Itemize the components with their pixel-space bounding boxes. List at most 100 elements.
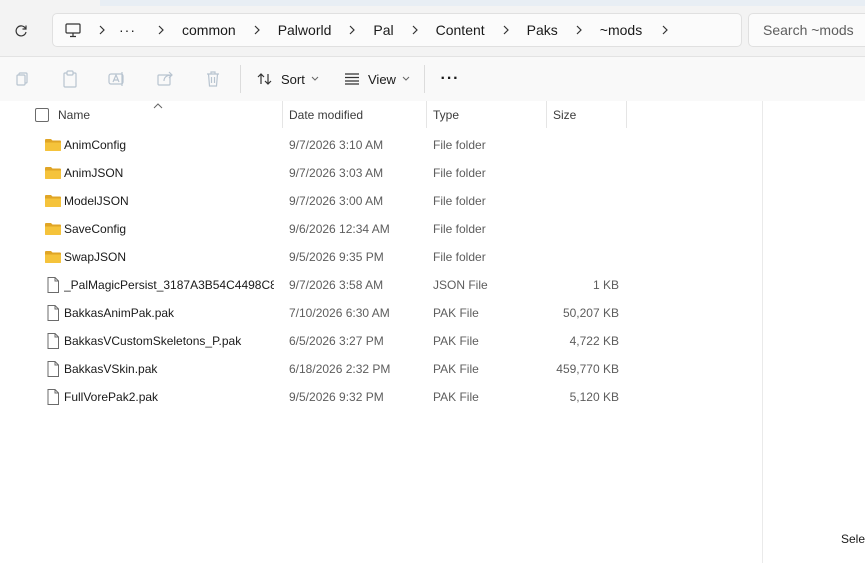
file-name: SaveConfig [64,222,127,236]
file-row[interactable]: _PalMagicPersist_3187A3B54C4498C8... 9/7/… [0,271,762,299]
file-size: 1 KB [592,278,619,292]
sort-label: Sort [281,71,305,87]
file-row[interactable]: SaveConfig 9/6/2026 12:34 AM File folder [0,215,762,243]
paste-icon[interactable] [60,69,80,89]
address-bar[interactable]: ··· common Palworld Pal Content Paks ~mo… [52,13,742,47]
breadcrumb-item-palworld[interactable]: Palworld [274,22,336,38]
address-strip: ··· common Palworld Pal Content Paks ~mo… [0,0,865,57]
chevron-right-icon[interactable] [654,25,676,35]
file-date-modified: 6/5/2026 3:27 PM [289,334,384,348]
chevron-down-icon [311,76,319,81]
file-size [548,243,619,271]
more-options-button[interactable]: ··· [438,67,462,91]
file-type: PAK File [433,306,479,320]
chevron-right-icon[interactable] [150,25,172,35]
column-header-type[interactable]: Type [433,101,459,128]
folder-icon [44,192,62,210]
file-row[interactable]: ModelJSON 9/7/2026 3:00 AM File folder [0,187,762,215]
file-size [548,159,619,187]
chevron-right-icon[interactable] [568,25,590,35]
file-name: BakkasVCustomSkeletons_P.pak [64,334,242,348]
file-row[interactable]: BakkasAnimPak.pak 7/10/2026 6:30 AM PAK Fi… [0,299,762,327]
select-all-checkbox[interactable] [35,108,49,122]
file-icon [44,332,62,350]
file-size: 459,770 KB [556,362,619,376]
file-row[interactable]: BakkasVCustomSkeletons_P.pak 6/5/2026 3:2… [0,327,762,355]
file-size [548,131,619,159]
this-pc-icon[interactable] [65,21,83,39]
folder-icon [44,248,62,266]
column-divider[interactable] [426,101,427,128]
breadcrumb-item-paks[interactable]: Paks [523,22,562,38]
file-row[interactable]: BakkasVSkin.pak 6/18/2026 2:32 PM PAK File… [0,355,762,383]
breadcrumb-item-mods[interactable]: ~mods [596,22,646,38]
chevron-right-icon[interactable] [495,25,517,35]
status-bar-text: Selec [841,532,865,546]
file-name: _PalMagicPersist_3187A3B54C4498C8... [64,278,274,292]
file-name: FullVorePak2.pak [64,390,159,404]
search-box[interactable]: Search ~mods [748,13,865,47]
file-icon [44,360,62,378]
file-type: PAK File [433,334,479,348]
file-list: Name Date modified Type Size AnimConfig 9… [0,101,763,563]
folder-icon [44,136,62,154]
file-date-modified: 9/7/2026 3:00 AM [289,194,384,208]
view-button[interactable]: View [344,67,410,91]
column-header-size[interactable]: Size [553,101,576,128]
file-name: AnimJSON [64,166,124,180]
file-size [548,187,619,215]
toolbar-divider [240,65,241,93]
details-pane [763,101,865,563]
breadcrumb-item-pal[interactable]: Pal [369,22,397,38]
file-date-modified: 9/7/2026 3:58 AM [289,278,384,292]
breadcrumb-overflow[interactable]: ··· [113,22,142,38]
file-icon [44,276,62,294]
toolbar-divider [424,65,425,93]
file-type: File folder [433,166,486,180]
file-size: 50,207 KB [562,306,619,320]
column-divider[interactable] [282,101,283,128]
delete-icon[interactable] [203,69,223,89]
breadcrumb-item-content[interactable]: Content [432,22,489,38]
view-label: View [368,71,396,87]
search-input[interactable]: Search ~mods [763,22,854,38]
file-type: File folder [433,194,486,208]
file-name: BakkasVSkin.pak [64,362,158,376]
file-name: ModelJSON [64,194,129,208]
file-date-modified: 9/7/2026 3:10 AM [289,138,384,152]
share-icon[interactable] [156,69,176,89]
file-size: 4,722 KB [569,334,619,348]
breadcrumb-item-common[interactable]: common [178,22,240,38]
chevron-right-icon[interactable] [341,25,363,35]
chevron-right-icon[interactable] [404,25,426,35]
refresh-icon [15,25,27,37]
command-bar: Sort View ··· [0,57,865,102]
file-type: PAK File [433,362,479,376]
rename-icon[interactable] [107,69,127,89]
file-date-modified: 9/5/2026 9:35 PM [289,250,384,264]
chevron-right-icon[interactable] [91,25,113,35]
column-header-date[interactable]: Date modified [289,101,363,128]
sort-button[interactable]: Sort [257,67,319,91]
file-row[interactable]: SwapJSON 9/5/2026 9:35 PM File folder [0,243,762,271]
file-date-modified: 9/7/2026 3:03 AM [289,166,384,180]
chevron-right-icon[interactable] [246,25,268,35]
file-size [548,215,619,243]
sort-icon [257,73,272,85]
column-header-name[interactable]: Name [58,101,90,128]
column-divider[interactable] [546,101,547,128]
file-row[interactable]: AnimJSON 9/7/2026 3:03 AM File folder [0,159,762,187]
chevron-down-icon [402,76,410,81]
file-type: PAK File [433,390,479,404]
folder-icon [44,220,62,238]
refresh-button[interactable] [10,20,32,42]
file-row[interactable]: AnimConfig 9/7/2026 3:10 AM File folder [0,131,762,159]
sort-ascending-icon [153,98,163,112]
file-type: JSON File [433,278,488,292]
copy-icon[interactable] [12,69,32,89]
file-name: AnimConfig [64,138,127,152]
file-row[interactable]: FullVorePak2.pak 9/5/2026 9:32 PM PAK File… [0,383,762,411]
column-divider[interactable] [626,101,627,128]
folder-icon [44,164,62,182]
file-name: BakkasAnimPak.pak [64,306,175,320]
